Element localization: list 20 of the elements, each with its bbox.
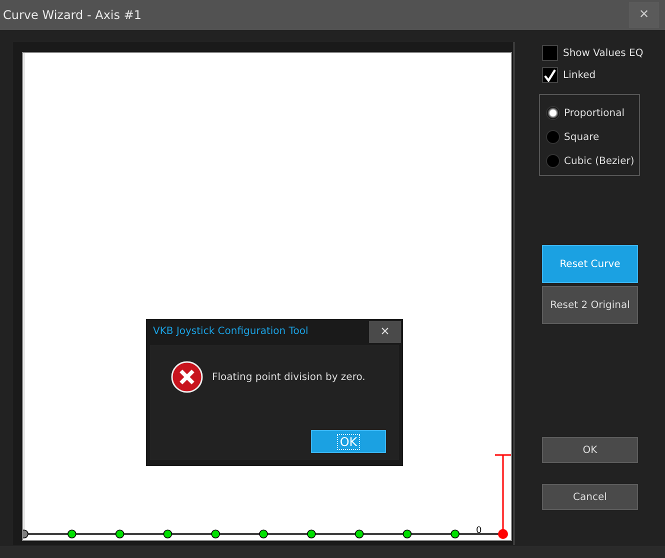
- cancel-button[interactable]: Cancel: [542, 484, 638, 510]
- radio-label: Proportional: [564, 108, 625, 118]
- close-button[interactable]: ×: [369, 320, 401, 342]
- radio-button[interactable]: [546, 130, 560, 144]
- error-message: Floating point division by zero.: [212, 372, 366, 382]
- radio-label: Cubic (Bezier): [564, 156, 634, 166]
- radio-button[interactable]: [546, 154, 560, 168]
- checkbox-label: Show Values EQ: [563, 48, 644, 58]
- axis-label: 0: [476, 526, 482, 537]
- checkbox[interactable]: [542, 67, 558, 83]
- radio-button[interactable]: [546, 106, 560, 120]
- close-button[interactable]: ×: [629, 2, 659, 28]
- reset-original-button[interactable]: Reset 2 Original: [542, 286, 638, 324]
- radio-label: Square: [564, 132, 600, 142]
- window-title: Curve Wizard - Axis #1: [2, 8, 142, 22]
- checkbox-label: Linked: [563, 70, 596, 80]
- ok-button[interactable]: OK: [542, 437, 638, 463]
- dialog-title: VKB Joystick Configuration Tool: [152, 326, 308, 336]
- checkbox[interactable]: [542, 45, 558, 61]
- error-icon: [171, 361, 203, 393]
